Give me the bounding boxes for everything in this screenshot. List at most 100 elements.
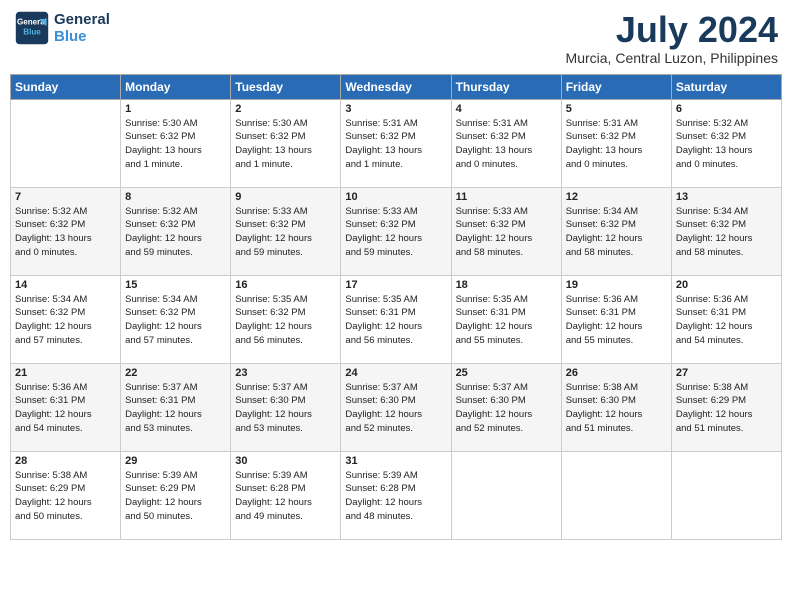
day-number: 1 xyxy=(125,103,226,115)
day-number: 5 xyxy=(566,103,667,115)
calendar-cell: 28 Sunrise: 5:38 AM Sunset: 6:29 PM Dayli… xyxy=(11,451,121,539)
title-block: July 2024 Murcia, Central Luzon, Philipp… xyxy=(566,10,778,66)
day-info: Sunrise: 5:35 AM Sunset: 6:31 PM Dayligh… xyxy=(345,293,446,348)
calendar-cell: 2 Sunrise: 5:30 AM Sunset: 6:32 PM Daylig… xyxy=(231,99,341,187)
day-info: Sunrise: 5:39 AM Sunset: 6:28 PM Dayligh… xyxy=(345,469,446,524)
day-info: Sunrise: 5:31 AM Sunset: 6:32 PM Dayligh… xyxy=(566,117,667,172)
day-number: 31 xyxy=(345,455,446,467)
calendar-cell: 26Sunrise: 5:38 AM Sunset: 6:30 PM Dayli… xyxy=(561,363,671,451)
calendar-cell: 3Sunrise: 5:31 AM Sunset: 6:32 PM Daylig… xyxy=(341,99,451,187)
day-info: Sunrise: 5:30 AM Sunset: 6:32 PM Dayligh… xyxy=(235,117,336,172)
calendar-cell: 10Sunrise: 5:33 AM Sunset: 6:32 PM Dayli… xyxy=(341,187,451,275)
day-info: Sunrise: 5:31 AM Sunset: 6:32 PM Dayligh… xyxy=(456,117,557,172)
day-number: 7 xyxy=(15,191,116,203)
calendar-cell: 27Sunrise: 5:38 AM Sunset: 6:29 PM Dayli… xyxy=(671,363,781,451)
logo: General Blue General Blue xyxy=(14,10,110,46)
day-number: 23 xyxy=(235,367,336,379)
day-number: 29 xyxy=(125,455,226,467)
calendar-cell: 7Sunrise: 5:32 AM Sunset: 6:32 PM Daylig… xyxy=(11,187,121,275)
day-info: Sunrise: 5:38 AM Sunset: 6:30 PM Dayligh… xyxy=(566,381,667,436)
day-info: Sunrise: 5:33 AM Sunset: 6:32 PM Dayligh… xyxy=(456,205,557,260)
calendar-cell: 23 Sunrise: 5:37 AM Sunset: 6:30 PM Dayli… xyxy=(231,363,341,451)
month-title: July 2024 xyxy=(566,10,778,50)
col-header-monday: Monday xyxy=(121,74,231,99)
calendar-cell: 24 Sunrise: 5:37 AM Sunset: 6:30 PM Dayli… xyxy=(341,363,451,451)
day-number: 16 xyxy=(235,279,336,291)
day-number: 17 xyxy=(345,279,446,291)
col-header-sunday: Sunday xyxy=(11,74,121,99)
col-header-wednesday: Wednesday xyxy=(341,74,451,99)
calendar-cell: 11 Sunrise: 5:33 AM Sunset: 6:32 PM Dayli… xyxy=(451,187,561,275)
day-number: 18 xyxy=(456,279,557,291)
day-info: Sunrise: 5:34 AM Sunset: 6:32 PM Dayligh… xyxy=(566,205,667,260)
calendar-cell: 9 Sunrise: 5:33 AM Sunset: 6:32 PM Daylig… xyxy=(231,187,341,275)
day-number: 30 xyxy=(235,455,336,467)
day-info: Sunrise: 5:33 AM Sunset: 6:32 PM Dayligh… xyxy=(235,205,336,260)
day-number: 22 xyxy=(125,367,226,379)
calendar-week-row: 14Sunrise: 5:34 AM Sunset: 6:32 PM Dayli… xyxy=(11,275,782,363)
calendar-cell: 21 Sunrise: 5:36 AM Sunset: 6:31 PM Dayli… xyxy=(11,363,121,451)
calendar-cell xyxy=(11,99,121,187)
day-number: 4 xyxy=(456,103,557,115)
calendar-header-row: SundayMondayTuesdayWednesdayThursdayFrid… xyxy=(11,74,782,99)
calendar-cell: 15Sunrise: 5:34 AM Sunset: 6:32 PM Dayli… xyxy=(121,275,231,363)
day-info: Sunrise: 5:37 AM Sunset: 6:30 PM Dayligh… xyxy=(345,381,446,436)
day-number: 12 xyxy=(566,191,667,203)
day-info: Sunrise: 5:34 AM Sunset: 6:32 PM Dayligh… xyxy=(15,293,116,348)
calendar-cell: 19 Sunrise: 5:36 AM Sunset: 6:31 PM Dayli… xyxy=(561,275,671,363)
calendar-cell: 18 Sunrise: 5:35 AM Sunset: 6:31 PM Dayli… xyxy=(451,275,561,363)
day-info: Sunrise: 5:37 AM Sunset: 6:31 PM Dayligh… xyxy=(125,381,226,436)
day-number: 20 xyxy=(676,279,777,291)
day-info: Sunrise: 5:35 AM Sunset: 6:31 PM Dayligh… xyxy=(456,293,557,348)
day-info: Sunrise: 5:36 AM Sunset: 6:31 PM Dayligh… xyxy=(676,293,777,348)
day-info: Sunrise: 5:37 AM Sunset: 6:30 PM Dayligh… xyxy=(456,381,557,436)
day-info: Sunrise: 5:34 AM Sunset: 6:32 PM Dayligh… xyxy=(125,293,226,348)
calendar-cell: 13Sunrise: 5:34 AM Sunset: 6:32 PM Dayli… xyxy=(671,187,781,275)
day-number: 28 xyxy=(15,455,116,467)
logo-icon: General Blue xyxy=(14,10,50,46)
calendar-cell: 20 Sunrise: 5:36 AM Sunset: 6:31 PM Dayli… xyxy=(671,275,781,363)
calendar-week-row: 7Sunrise: 5:32 AM Sunset: 6:32 PM Daylig… xyxy=(11,187,782,275)
day-number: 24 xyxy=(345,367,446,379)
day-info: Sunrise: 5:34 AM Sunset: 6:32 PM Dayligh… xyxy=(676,205,777,260)
col-header-saturday: Saturday xyxy=(671,74,781,99)
calendar-cell: 8Sunrise: 5:32 AM Sunset: 6:32 PM Daylig… xyxy=(121,187,231,275)
calendar-cell: 6Sunrise: 5:32 AM Sunset: 6:32 PM Daylig… xyxy=(671,99,781,187)
day-info: Sunrise: 5:36 AM Sunset: 6:31 PM Dayligh… xyxy=(566,293,667,348)
svg-text:Blue: Blue xyxy=(23,27,41,36)
day-info: Sunrise: 5:39 AM Sunset: 6:28 PM Dayligh… xyxy=(235,469,336,524)
calendar-cell xyxy=(671,451,781,539)
calendar-cell: 16 Sunrise: 5:35 AM Sunset: 6:32 PM Dayli… xyxy=(231,275,341,363)
calendar-table: SundayMondayTuesdayWednesdayThursdayFrid… xyxy=(10,74,782,540)
day-number: 19 xyxy=(566,279,667,291)
day-number: 2 xyxy=(235,103,336,115)
calendar-cell xyxy=(451,451,561,539)
day-number: 21 xyxy=(15,367,116,379)
calendar-cell: 4 Sunrise: 5:31 AM Sunset: 6:32 PM Daylig… xyxy=(451,99,561,187)
day-info: Sunrise: 5:30 AM Sunset: 6:32 PM Dayligh… xyxy=(125,117,226,172)
day-number: 8 xyxy=(125,191,226,203)
calendar-week-row: 21 Sunrise: 5:36 AM Sunset: 6:31 PM Dayli… xyxy=(11,363,782,451)
day-number: 3 xyxy=(345,103,446,115)
day-number: 10 xyxy=(345,191,446,203)
day-info: Sunrise: 5:37 AM Sunset: 6:30 PM Dayligh… xyxy=(235,381,336,436)
day-info: Sunrise: 5:39 AM Sunset: 6:29 PM Dayligh… xyxy=(125,469,226,524)
logo-text: General Blue xyxy=(54,11,110,45)
day-info: Sunrise: 5:36 AM Sunset: 6:31 PM Dayligh… xyxy=(15,381,116,436)
calendar-cell xyxy=(561,451,671,539)
calendar-week-row: 1 Sunrise: 5:30 AM Sunset: 6:32 PM Daylig… xyxy=(11,99,782,187)
col-header-tuesday: Tuesday xyxy=(231,74,341,99)
day-number: 9 xyxy=(235,191,336,203)
page-header: General Blue General Blue July 2024 Murc… xyxy=(10,10,782,66)
calendar-week-row: 28 Sunrise: 5:38 AM Sunset: 6:29 PM Dayli… xyxy=(11,451,782,539)
calendar-cell: 17 Sunrise: 5:35 AM Sunset: 6:31 PM Dayli… xyxy=(341,275,451,363)
calendar-cell: 29 Sunrise: 5:39 AM Sunset: 6:29 PM Dayli… xyxy=(121,451,231,539)
calendar-cell: 5 Sunrise: 5:31 AM Sunset: 6:32 PM Daylig… xyxy=(561,99,671,187)
day-number: 11 xyxy=(456,191,557,203)
day-info: Sunrise: 5:35 AM Sunset: 6:32 PM Dayligh… xyxy=(235,293,336,348)
calendar-cell: 12 Sunrise: 5:34 AM Sunset: 6:32 PM Dayli… xyxy=(561,187,671,275)
location: Murcia, Central Luzon, Philippines xyxy=(566,50,778,66)
col-header-thursday: Thursday xyxy=(451,74,561,99)
day-info: Sunrise: 5:38 AM Sunset: 6:29 PM Dayligh… xyxy=(15,469,116,524)
calendar-cell: 1 Sunrise: 5:30 AM Sunset: 6:32 PM Daylig… xyxy=(121,99,231,187)
